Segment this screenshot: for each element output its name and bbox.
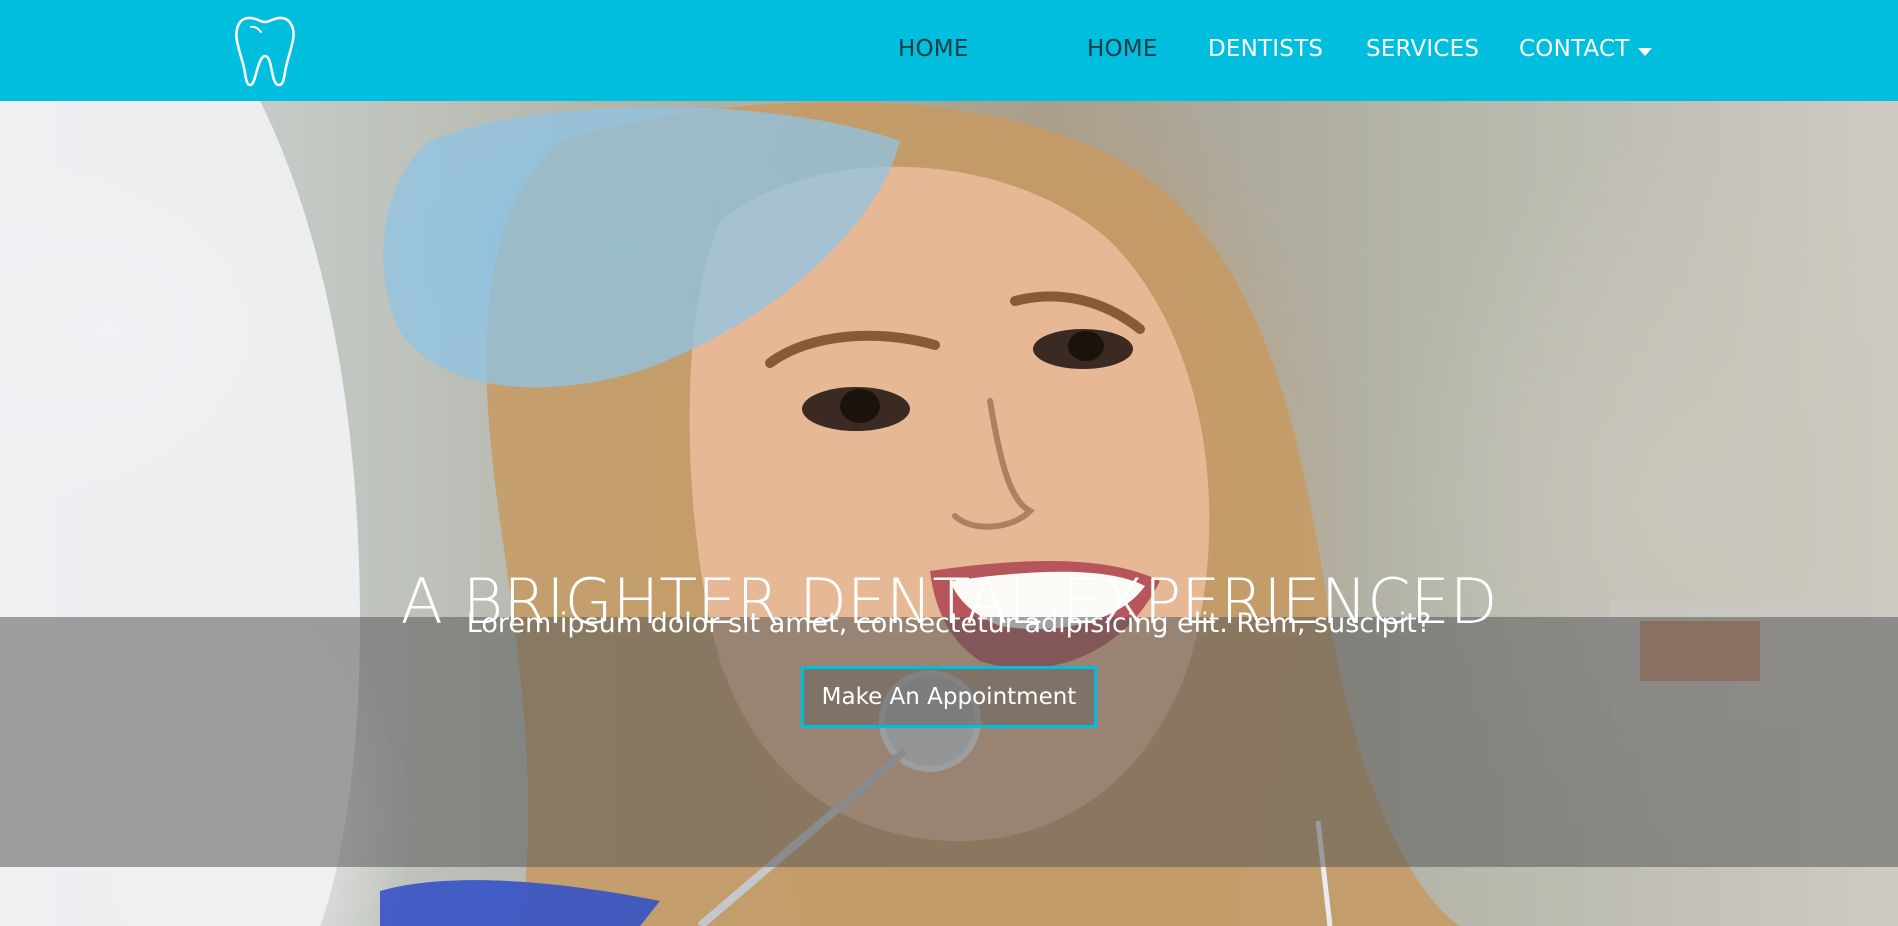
nav-contact[interactable]: CONTACT bbox=[1519, 36, 1629, 62]
hero-subtitle: Lorem ipsum dolor sit amet, consectetur … bbox=[466, 608, 1432, 639]
top-navbar: HOME HOME DENTISTS SERVICES CONTACT bbox=[0, 0, 1898, 101]
caret-down-icon[interactable] bbox=[1638, 48, 1652, 56]
hero-caption-overlay bbox=[0, 617, 1898, 867]
hero-banner bbox=[0, 101, 1898, 926]
tooth-icon[interactable] bbox=[234, 14, 296, 88]
nav-dentists[interactable]: DENTISTS bbox=[1208, 36, 1323, 62]
make-appointment-button[interactable]: Make An Appointment bbox=[801, 666, 1097, 728]
nav-home[interactable]: HOME bbox=[898, 36, 969, 62]
nav-services[interactable]: SERVICES bbox=[1366, 36, 1479, 62]
nav-home[interactable]: HOME bbox=[1087, 36, 1158, 62]
